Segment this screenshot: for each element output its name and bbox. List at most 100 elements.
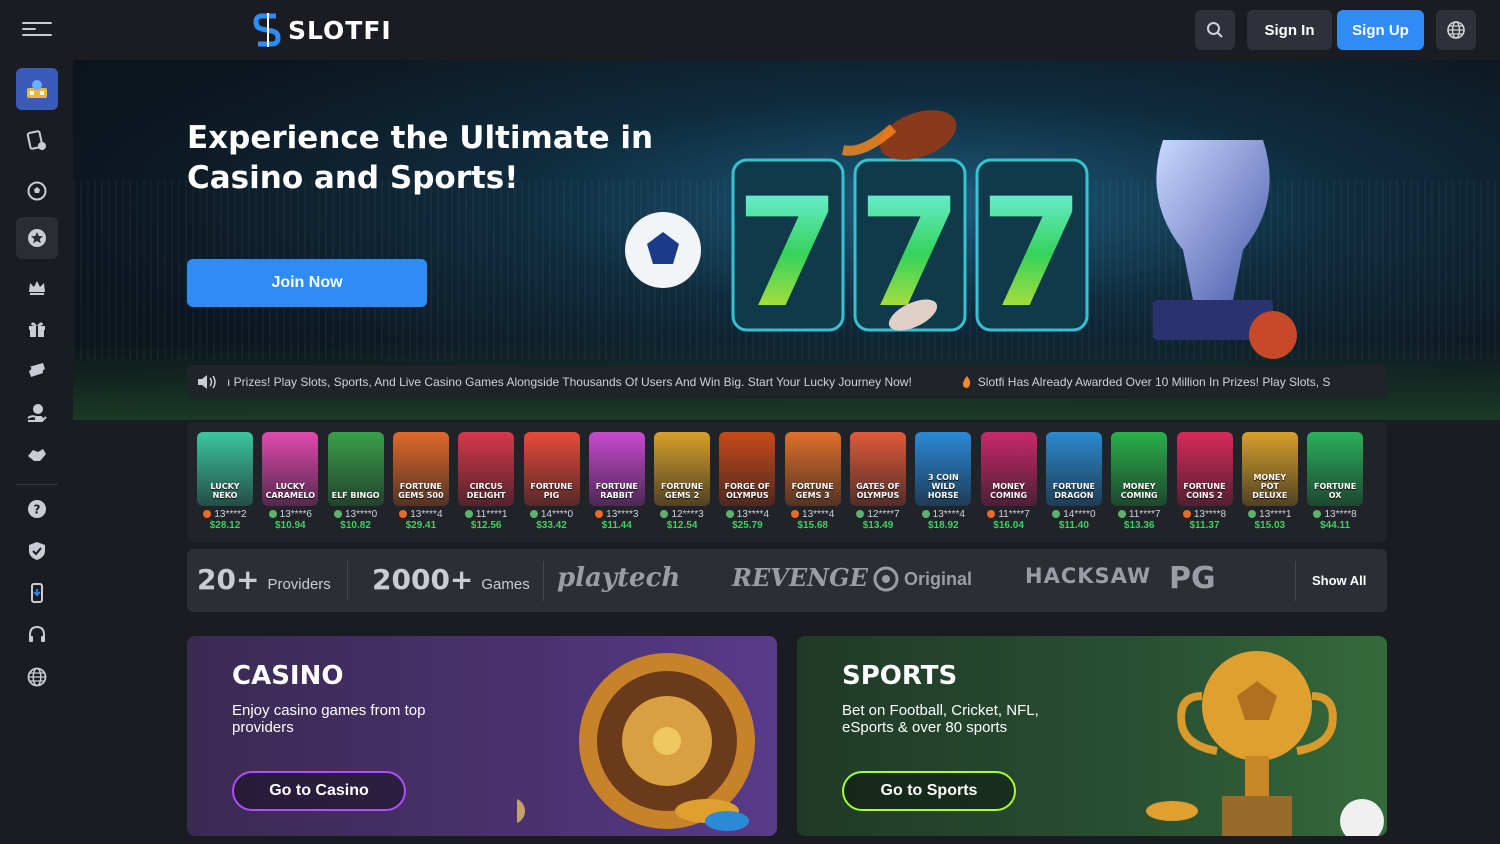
speaker-icon <box>187 374 227 390</box>
sidebar-item-casino[interactable] <box>16 68 58 110</box>
casino-card[interactable]: CASINO Enjoy casino games from top provi… <box>187 636 777 836</box>
game-thumbnail[interactable]: Fortune Ox <box>1307 432 1364 506</box>
game-title: Fortune Gems 2 <box>661 482 704 500</box>
game-tile[interactable]: Fortune Gems 2 12****3 $12.54 <box>654 432 711 531</box>
sports-card-description: Bet on Football, Cricket, NFL, eSports &… <box>842 702 1039 736</box>
globe-icon <box>27 667 47 687</box>
search-button[interactable] <box>1195 10 1235 50</box>
game-title: Fortune Pig <box>530 482 573 500</box>
game-tile[interactable]: Lucky Caramelo 13****6 $10.94 <box>262 432 319 531</box>
sidebar-item-app[interactable] <box>16 572 58 614</box>
sidebar-item-favorites[interactable] <box>16 217 58 259</box>
game-thumbnail[interactable]: Fortune Pig <box>523 432 580 506</box>
provider-original[interactable]: Original <box>873 566 972 592</box>
game-thumbnail[interactable]: Lucky Neko <box>197 432 253 506</box>
sidebar-divider <box>16 484 58 485</box>
win-amount: $13.49 <box>862 520 894 531</box>
logo[interactable]: SLOTFI <box>252 12 392 48</box>
crown-icon <box>29 281 45 295</box>
game-thumbnail[interactable]: 3 Coin Wild Horse <box>915 432 972 506</box>
game-thumbnail[interactable]: Fortune Rabbit <box>588 432 645 506</box>
provider-hacksaw[interactable]: HACKSAW <box>1025 564 1151 588</box>
game-tile[interactable]: Elf Bingo 13****0 $10.82 <box>327 432 384 531</box>
gift-icon <box>29 322 45 337</box>
sidebar-item-vip[interactable] <box>16 266 58 308</box>
sidebar-item-security[interactable] <box>16 530 58 572</box>
go-to-casino-button[interactable]: Go to Casino <box>232 771 406 811</box>
slotfi-logo-icon <box>253 13 281 47</box>
sports-card[interactable]: SPORTS Bet on Football, Cricket, NFL, eS… <box>797 636 1387 836</box>
win-amount: $33.42 <box>536 520 567 531</box>
win-amount: $18.92 <box>928 520 959 531</box>
game-title: Fortune Gems 3 <box>791 482 834 500</box>
ticket-icon <box>29 363 45 377</box>
sidebar-item-promotions[interactable] <box>16 308 58 350</box>
sign-in-button[interactable]: Sign In <box>1247 10 1332 50</box>
game-thumbnail[interactable]: Gates of Olympus <box>850 432 906 506</box>
top-bar: SLOTFI Sign In Sign Up <box>0 0 1500 60</box>
go-to-sports-button[interactable]: Go to Sports <box>842 771 1016 811</box>
game-title: Lucky Neko <box>210 482 240 500</box>
language-button[interactable] <box>1436 10 1476 50</box>
game-tile[interactable]: Fortune Dragon 14****0 $11.40 <box>1045 432 1102 531</box>
win-amount: $15.68 <box>797 520 828 531</box>
sidebar-item-slots[interactable] <box>16 120 58 162</box>
show-all-providers-link[interactable]: Show All <box>1312 573 1366 588</box>
game-thumbnail[interactable]: Fortune Gems 2 <box>654 432 711 506</box>
game-thumbnail[interactable]: Fortune Coins 2 <box>1176 432 1233 506</box>
game-thumbnail[interactable]: Fortune Dragon <box>1045 432 1102 506</box>
game-thumbnail[interactable]: Money Pot Deluxe <box>1241 432 1298 506</box>
game-thumbnail[interactable]: Fortune Gems 3 <box>784 432 841 506</box>
game-thumbnail[interactable]: Lucky Caramelo <box>262 432 319 506</box>
winner-username: 13****0 <box>328 509 384 520</box>
game-thumbnail[interactable]: Circus Delight <box>458 432 515 506</box>
game-title: Money Pot Deluxe <box>1252 473 1288 500</box>
menu-toggle-icon[interactable] <box>22 18 52 42</box>
help-icon: ? <box>28 500 46 518</box>
game-thumbnail[interactable]: Fortune Gems 500 <box>392 432 449 506</box>
win-amount: $12.56 <box>470 520 502 531</box>
game-tile[interactable]: 3 Coin Wild Horse 13****4 $18.92 <box>915 432 972 531</box>
game-tile[interactable]: Gates of Olympus 12****7 $13.49 <box>850 432 906 531</box>
sidebar-item-affiliate[interactable] <box>16 434 58 476</box>
game-tile[interactable]: Money Pot Deluxe 13****1 $15.03 <box>1241 432 1298 531</box>
ticker-message-text: Slotfi Has Already Awarded Over 10 Milli… <box>977 375 1331 389</box>
game-tile[interactable]: Fortune Gems 3 13****4 $15.68 <box>784 432 841 531</box>
sidebar-item-lottery[interactable] <box>16 350 58 392</box>
globe-icon <box>1447 21 1465 39</box>
game-thumbnail[interactable]: Elf Bingo <box>327 432 384 506</box>
soccer-ball-icon <box>27 181 47 201</box>
provider-playtech[interactable]: playtech <box>557 563 680 593</box>
trophy-illustration <box>1146 651 1384 836</box>
fire-icon <box>962 376 970 388</box>
win-amount: $12.54 <box>666 520 698 531</box>
game-thumbnail[interactable]: Money Coming <box>980 432 1037 506</box>
game-tile[interactable]: Fortune Coins 2 13****8 $11.37 <box>1176 432 1233 531</box>
game-tile[interactable]: Money Coming 11****7 $16.04 <box>980 432 1037 531</box>
game-tile[interactable]: Lucky Neko 13****2 $28.12 <box>197 432 253 531</box>
svg-text:?: ? <box>34 503 41 517</box>
game-tile[interactable]: Money Coming 11****7 $13.36 <box>1111 432 1168 531</box>
game-title: Money Coming <box>990 482 1028 500</box>
win-amount: $25.79 <box>732 520 763 531</box>
game-tile[interactable]: Circus Delight 11****1 $12.56 <box>458 432 515 531</box>
provider-revenge[interactable]: REVENGE <box>732 563 868 592</box>
game-tile[interactable]: Forge of Olympus 13****4 $25.79 <box>719 432 776 531</box>
sidebar-item-sports[interactable] <box>16 170 58 212</box>
sidebar-item-help[interactable]: ? <box>16 488 58 530</box>
game-tile[interactable]: Fortune Pig 14****0 $33.42 <box>523 432 580 531</box>
sidebar-item-cashback[interactable] <box>16 392 58 434</box>
win-amount: $28.12 <box>209 520 241 531</box>
game-tile[interactable]: Fortune Gems 500 13****4 $29.41 <box>392 432 449 531</box>
game-tile[interactable]: Fortune Rabbit 13****3 $11.44 <box>588 432 645 531</box>
sidebar-item-support[interactable] <box>16 614 58 656</box>
win-amount: $29.41 <box>405 520 437 531</box>
game-tile[interactable]: Fortune Ox 13****8 $44.11 <box>1307 432 1364 531</box>
join-now-button[interactable]: Join Now <box>187 259 427 307</box>
provider-pg[interactable]: PG <box>1169 561 1216 596</box>
game-thumbnail[interactable]: Money Coming <box>1111 432 1168 506</box>
sign-up-button[interactable]: Sign Up <box>1337 10 1424 50</box>
sidebar-item-language[interactable] <box>16 656 58 698</box>
game-thumbnail[interactable]: Forge of Olympus <box>719 432 776 506</box>
hero-illustration: 7 7 7 <box>625 110 1297 359</box>
